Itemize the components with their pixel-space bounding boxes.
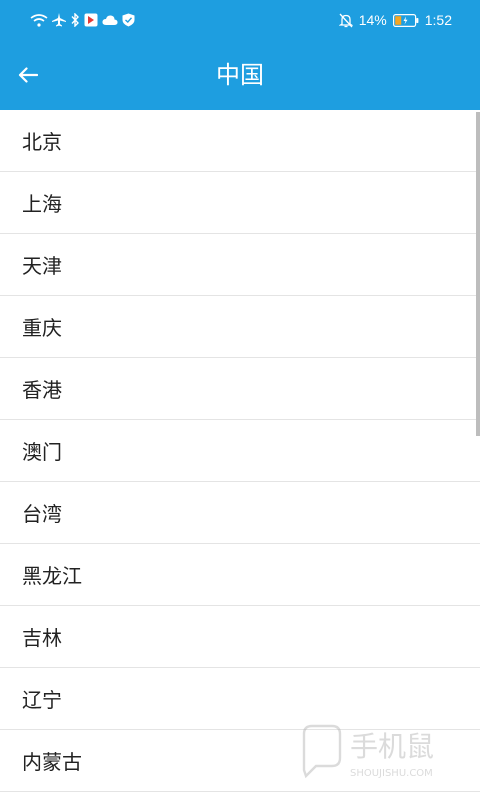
region-item-liaoning[interactable]: 辽宁 xyxy=(0,668,480,730)
region-label: 吉林 xyxy=(22,626,62,650)
region-label: 重庆 xyxy=(22,316,62,340)
shield-icon xyxy=(122,13,135,27)
arrow-left-icon xyxy=(18,66,38,84)
region-label: 天津 xyxy=(22,254,62,278)
region-label: 辽宁 xyxy=(22,688,62,712)
region-label: 北京 xyxy=(22,130,62,154)
region-item-hongkong[interactable]: 香港 xyxy=(0,358,480,420)
watermark-logo: 手机鼠 SHOUJISHU.COM xyxy=(296,722,464,786)
status-bar: 14% 1:52 xyxy=(0,0,480,40)
status-icons-right: 14% 1:52 xyxy=(338,9,452,31)
app-badge-icon xyxy=(84,13,98,27)
region-label: 台湾 xyxy=(22,502,62,526)
cloud-icon xyxy=(102,14,118,26)
region-label: 上海 xyxy=(22,192,62,216)
region-item-heilongjiang[interactable]: 黑龙江 xyxy=(0,544,480,606)
region-label: 黑龙江 xyxy=(22,564,82,588)
bluetooth-icon xyxy=(70,13,80,27)
scrollbar-thumb[interactable] xyxy=(476,112,480,436)
region-list[interactable]: 北京 上海 天津 重庆 香港 澳门 台湾 黑龙江 吉林 辽宁 内蒙古 xyxy=(0,110,480,800)
region-item-taiwan[interactable]: 台湾 xyxy=(0,482,480,544)
region-item-macau[interactable]: 澳门 xyxy=(0,420,480,482)
watermark-subtext: SHOUJISHU.COM xyxy=(350,768,433,779)
clock: 1:52 xyxy=(424,12,452,28)
battery-icon xyxy=(392,13,419,27)
region-item-chongqing[interactable]: 重庆 xyxy=(0,296,480,358)
region-item-tianjin[interactable]: 天津 xyxy=(0,234,480,296)
watermark-text: 手机鼠 xyxy=(350,730,434,763)
status-icons-left xyxy=(30,10,135,30)
airplane-icon xyxy=(52,13,66,27)
region-label: 澳门 xyxy=(22,440,62,464)
region-item-beijing[interactable]: 北京 xyxy=(0,110,480,172)
page-title: 中国 xyxy=(216,61,264,89)
back-button[interactable] xyxy=(6,53,50,97)
region-label: 香港 xyxy=(22,378,62,402)
wifi-icon xyxy=(30,13,48,27)
region-item-shanghai[interactable]: 上海 xyxy=(0,172,480,234)
notifications-off-icon xyxy=(338,13,353,28)
region-label: 内蒙古 xyxy=(22,750,82,774)
region-item-jilin[interactable]: 吉林 xyxy=(0,606,480,668)
battery-percent: 14% xyxy=(358,12,387,28)
app-bar: 中国 xyxy=(0,40,480,110)
